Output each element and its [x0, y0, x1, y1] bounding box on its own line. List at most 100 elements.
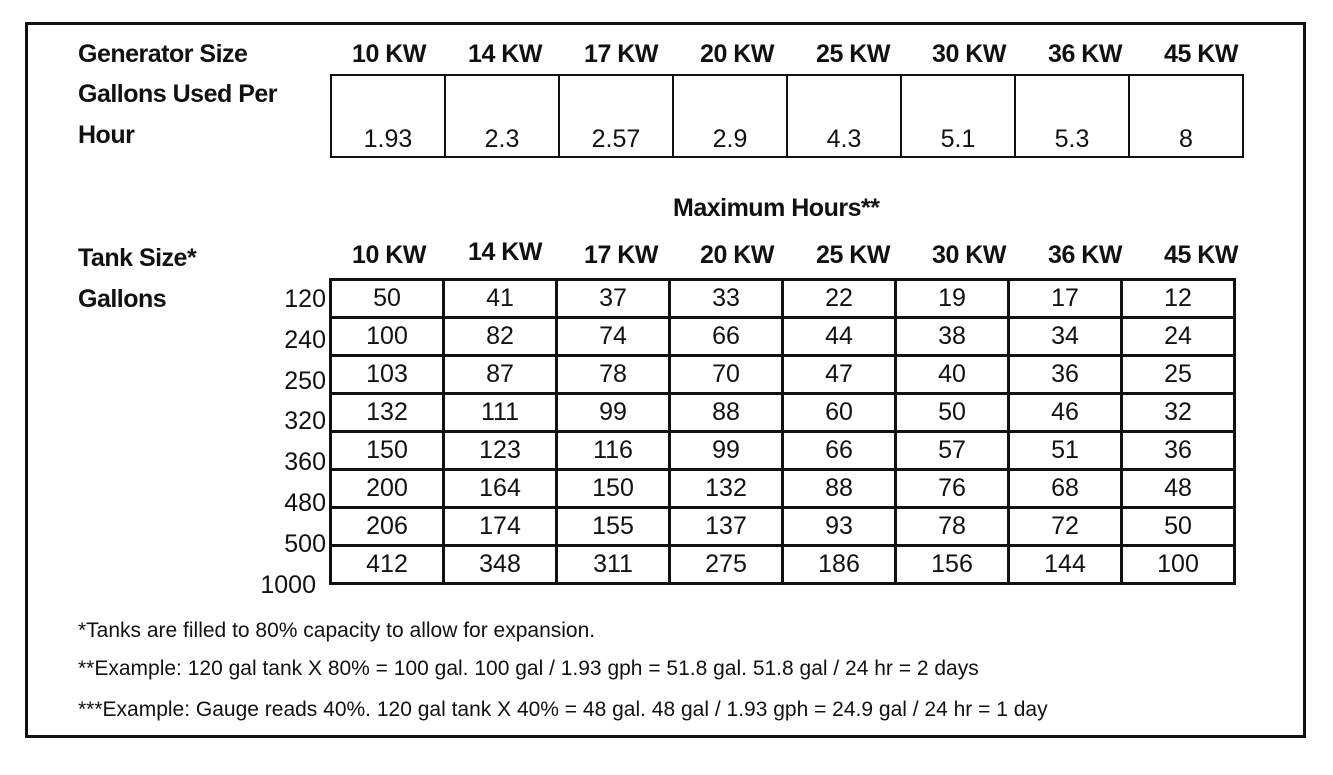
column-header: 45 KW: [1164, 40, 1238, 68]
hours-cell: 99: [555, 392, 671, 433]
gph-cell: 2.9: [672, 74, 788, 158]
column-header: 10 KW: [352, 40, 426, 68]
hours-cell: 48: [1120, 468, 1236, 509]
table-row: 150 123 116 99 66 57 51 36: [329, 430, 1236, 471]
hours-cell: 66: [668, 316, 784, 357]
hours-cell: 132: [329, 392, 445, 433]
hours-cell: 33: [668, 278, 784, 319]
hours-cell: 51: [1007, 430, 1123, 471]
table-row: 100 82 74 66 44 38 34 24: [329, 316, 1236, 357]
tank-size-value: 120: [284, 285, 326, 313]
hours-cell: 137: [668, 506, 784, 547]
hours-cell: 174: [442, 506, 558, 547]
hours-cell: 103: [329, 354, 445, 395]
gph-label-line1: Gallons Used Per: [78, 80, 278, 108]
hours-cell: 93: [781, 506, 897, 547]
hours-cell: 78: [555, 354, 671, 395]
hours-cell: 17: [1007, 278, 1123, 319]
footnote-tank-fill: *Tanks are filled to 80% capacity to all…: [78, 619, 596, 642]
tank-size-value: 1000: [260, 571, 316, 599]
tank-size-label: Tank Size*: [78, 244, 197, 272]
hours-cell: 50: [894, 392, 1010, 433]
hours-cell: 24: [1120, 316, 1236, 357]
hours-cell: 37: [555, 278, 671, 319]
hours-cell: 99: [668, 430, 784, 471]
gph-cell: 5.1: [900, 74, 1016, 158]
hours-cell: 275: [668, 544, 784, 585]
hours-cell: 47: [781, 354, 897, 395]
column-header: 45 KW: [1164, 241, 1238, 269]
table-row: 412 348 311 275 186 156 144 100: [329, 544, 1236, 585]
gph-cell: 5.3: [1014, 74, 1130, 158]
gph-cell: 2.57: [558, 74, 674, 158]
hours-cell: 164: [442, 468, 558, 509]
gph-row: 1.93 2.3 2.57 2.9 4.3 5.1 5.3 8: [330, 74, 1244, 158]
tank-size-value: 360: [284, 448, 326, 476]
table-row: 103 87 78 70 47 40 36 25: [329, 354, 1236, 395]
maximum-hours-table: 50 41 37 33 22 19 17 12 100 82 74 66 44 38 34 24 103 87 78…: [329, 278, 1236, 585]
tank-size-value: 320: [284, 407, 326, 435]
generator-size-label: Generator Size: [78, 40, 248, 68]
hours-cell: 100: [329, 316, 445, 357]
column-header: 17 KW: [584, 241, 658, 269]
hours-cell: 144: [1007, 544, 1123, 585]
gallons-label: Gallons: [78, 285, 167, 313]
gph-cell: 8: [1128, 74, 1244, 158]
footnote-example-gauge: ***Example: Gauge reads 40%. 120 gal tan…: [78, 698, 1048, 721]
hours-cell: 68: [1007, 468, 1123, 509]
hours-cell: 46: [1007, 392, 1123, 433]
column-header: 17 KW: [584, 40, 658, 68]
maximum-hours-title: Maximum Hours**: [673, 194, 880, 222]
hours-cell: 111: [442, 392, 558, 433]
hours-cell: 88: [781, 468, 897, 509]
hours-cell: 32: [1120, 392, 1236, 433]
hours-cell: 78: [894, 506, 1010, 547]
column-header: 20 KW: [700, 40, 774, 68]
hours-cell: 57: [894, 430, 1010, 471]
hours-cell: 40: [894, 354, 1010, 395]
tank-size-value: 500: [284, 530, 326, 558]
hours-cell: 150: [329, 430, 445, 471]
table-row: 200 164 150 132 88 76 68 48: [329, 468, 1236, 509]
footnote-example-full: **Example: 120 gal tank X 80% = 100 gal.…: [78, 657, 979, 680]
hours-cell: 50: [1120, 506, 1236, 547]
column-header: 14 KW: [468, 238, 542, 266]
hours-cell: 88: [668, 392, 784, 433]
hours-cell: 12: [1120, 278, 1236, 319]
gph-cell: 4.3: [786, 74, 902, 158]
hours-cell: 87: [442, 354, 558, 395]
hours-cell: 60: [781, 392, 897, 433]
column-header: 20 KW: [700, 241, 774, 269]
hours-cell: 38: [894, 316, 1010, 357]
hours-cell: 200: [329, 468, 445, 509]
hours-cell: 66: [781, 430, 897, 471]
hours-cell: 412: [329, 544, 445, 585]
hours-cell: 34: [1007, 316, 1123, 357]
hours-cell: 155: [555, 506, 671, 547]
tank-size-value: 480: [284, 489, 326, 517]
hours-cell: 50: [329, 278, 445, 319]
column-header: 30 KW: [932, 241, 1006, 269]
hours-cell: 116: [555, 430, 671, 471]
hours-cell: 44: [781, 316, 897, 357]
hours-cell: 74: [555, 316, 671, 357]
hours-cell: 206: [329, 506, 445, 547]
tank-size-value: 240: [284, 326, 326, 354]
tank-size-value: 250: [284, 367, 326, 395]
hours-cell: 186: [781, 544, 897, 585]
gallons-per-hour-table: 1.93 2.3 2.57 2.9 4.3 5.1 5.3 8: [330, 74, 1244, 158]
hours-cell: 100: [1120, 544, 1236, 585]
hours-cell: 36: [1120, 430, 1236, 471]
hours-cell: 132: [668, 468, 784, 509]
column-header: 30 KW: [932, 40, 1006, 68]
hours-cell: 82: [442, 316, 558, 357]
hours-cell: 76: [894, 468, 1010, 509]
column-header: 14 KW: [468, 40, 542, 68]
hours-cell: 123: [442, 430, 558, 471]
table-row: 50 41 37 33 22 19 17 12: [329, 278, 1236, 319]
column-header: 25 KW: [816, 241, 890, 269]
hours-cell: 36: [1007, 354, 1123, 395]
hours-cell: 19: [894, 278, 1010, 319]
table-row: 206 174 155 137 93 78 72 50: [329, 506, 1236, 547]
hours-cell: 150: [555, 468, 671, 509]
